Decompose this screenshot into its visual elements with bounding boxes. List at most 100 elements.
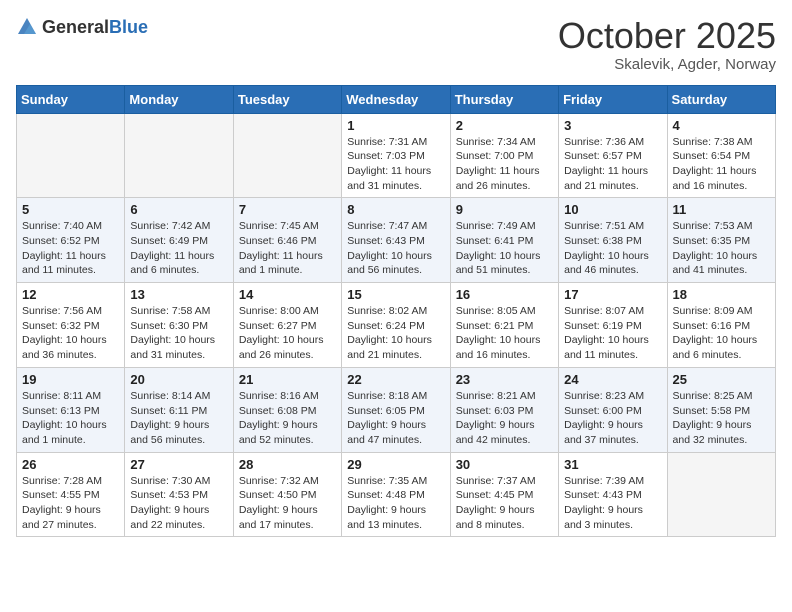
day-number: 7 [239,202,336,217]
calendar-cell: 9 Sunrise: 7:49 AM Sunset: 6:41 PM Daylig… [450,198,558,283]
day-info: Sunrise: 7:49 AM Sunset: 6:41 PM Dayligh… [456,219,553,278]
calendar-week-row: 26 Sunrise: 7:28 AM Sunset: 4:55 PM Dayli… [17,452,776,537]
calendar-week-row: 12 Sunrise: 7:56 AM Sunset: 6:32 PM Dayli… [17,283,776,368]
day-number: 30 [456,457,553,472]
calendar-cell: 5 Sunrise: 7:40 AM Sunset: 6:52 PM Daylig… [17,198,125,283]
weekday-header-friday: Friday [559,85,667,113]
location-text: Skalevik, Agder, Norway [558,56,776,73]
weekday-header-tuesday: Tuesday [233,85,341,113]
day-number: 19 [22,372,119,387]
calendar-cell: 6 Sunrise: 7:42 AM Sunset: 6:49 PM Daylig… [125,198,233,283]
calendar-table: SundayMondayTuesdayWednesdayThursdayFrid… [16,85,776,538]
calendar-cell: 19 Sunrise: 8:11 AM Sunset: 6:13 PM Dayli… [17,367,125,452]
day-info: Sunrise: 7:36 AM Sunset: 6:57 PM Dayligh… [564,135,661,194]
day-number: 28 [239,457,336,472]
day-info: Sunrise: 7:37 AM Sunset: 4:45 PM Dayligh… [456,474,553,533]
calendar-cell: 12 Sunrise: 7:56 AM Sunset: 6:32 PM Dayli… [17,283,125,368]
day-number: 29 [347,457,444,472]
day-number: 23 [456,372,553,387]
day-info: Sunrise: 8:11 AM Sunset: 6:13 PM Dayligh… [22,389,119,448]
day-number: 22 [347,372,444,387]
calendar-cell: 25 Sunrise: 8:25 AM Sunset: 5:58 PM Dayli… [667,367,775,452]
calendar-cell: 28 Sunrise: 7:32 AM Sunset: 4:50 PM Dayli… [233,452,341,537]
day-info: Sunrise: 7:30 AM Sunset: 4:53 PM Dayligh… [130,474,227,533]
calendar-cell: 10 Sunrise: 7:51 AM Sunset: 6:38 PM Dayli… [559,198,667,283]
day-info: Sunrise: 7:42 AM Sunset: 6:49 PM Dayligh… [130,219,227,278]
calendar-cell [667,452,775,537]
calendar-cell: 29 Sunrise: 7:35 AM Sunset: 4:48 PM Dayli… [342,452,450,537]
day-info: Sunrise: 8:18 AM Sunset: 6:05 PM Dayligh… [347,389,444,448]
day-info: Sunrise: 7:28 AM Sunset: 4:55 PM Dayligh… [22,474,119,533]
calendar-cell: 2 Sunrise: 7:34 AM Sunset: 7:00 PM Daylig… [450,113,558,198]
day-number: 15 [347,287,444,302]
day-info: Sunrise: 7:45 AM Sunset: 6:46 PM Dayligh… [239,219,336,278]
day-info: Sunrise: 7:56 AM Sunset: 6:32 PM Dayligh… [22,304,119,363]
calendar-cell: 20Sunrise: 8:14 AM Sunset: 6:11 PM Dayli… [125,367,233,452]
calendar-cell: 24 Sunrise: 8:23 AM Sunset: 6:00 PM Dayli… [559,367,667,452]
weekday-header-sunday: Sunday [17,85,125,113]
day-info: Sunrise: 8:14 AM Sunset: 6:11 PM Dayligh… [130,389,227,448]
day-info: Sunrise: 7:40 AM Sunset: 6:52 PM Dayligh… [22,219,119,278]
weekday-header-wednesday: Wednesday [342,85,450,113]
calendar-cell: 13Sunrise: 7:58 AM Sunset: 6:30 PM Dayli… [125,283,233,368]
calendar-cell: 8 Sunrise: 7:47 AM Sunset: 6:43 PM Daylig… [342,198,450,283]
day-number: 5 [22,202,119,217]
day-number: 12 [22,287,119,302]
day-number: 25 [673,372,770,387]
day-info: Sunrise: 8:25 AM Sunset: 5:58 PM Dayligh… [673,389,770,448]
day-info: Sunrise: 7:51 AM Sunset: 6:38 PM Dayligh… [564,219,661,278]
day-number: 11 [673,202,770,217]
calendar-cell: 3 Sunrise: 7:36 AM Sunset: 6:57 PM Daylig… [559,113,667,198]
logo: GeneralBlue [16,16,148,38]
day-number: 26 [22,457,119,472]
calendar-cell: 7 Sunrise: 7:45 AM Sunset: 6:46 PM Daylig… [233,198,341,283]
title-block: October 2025 Skalevik, Agder, Norway [558,16,776,73]
day-number: 21 [239,372,336,387]
calendar-cell: 17Sunrise: 8:07 AM Sunset: 6:19 PM Dayli… [559,283,667,368]
calendar-cell: 11 Sunrise: 7:53 AM Sunset: 6:35 PM Dayli… [667,198,775,283]
day-number: 1 [347,118,444,133]
day-info: Sunrise: 8:21 AM Sunset: 6:03 PM Dayligh… [456,389,553,448]
calendar-cell: 1 Sunrise: 7:31 AM Sunset: 7:03 PM Daylig… [342,113,450,198]
day-number: 3 [564,118,661,133]
day-number: 31 [564,457,661,472]
calendar-cell [17,113,125,198]
calendar-cell: 16Sunrise: 8:05 AM Sunset: 6:21 PM Dayli… [450,283,558,368]
weekday-header-thursday: Thursday [450,85,558,113]
day-number: 9 [456,202,553,217]
day-info: Sunrise: 7:34 AM Sunset: 7:00 PM Dayligh… [456,135,553,194]
day-info: Sunrise: 8:16 AM Sunset: 6:08 PM Dayligh… [239,389,336,448]
day-number: 4 [673,118,770,133]
calendar-cell: 14Sunrise: 8:00 AM Sunset: 6:27 PM Dayli… [233,283,341,368]
day-info: Sunrise: 8:07 AM Sunset: 6:19 PM Dayligh… [564,304,661,363]
calendar-cell: 23 Sunrise: 8:21 AM Sunset: 6:03 PM Dayli… [450,367,558,452]
calendar-cell [233,113,341,198]
calendar-cell: 30 Sunrise: 7:37 AM Sunset: 4:45 PM Dayli… [450,452,558,537]
weekday-header-saturday: Saturday [667,85,775,113]
day-info: Sunrise: 7:47 AM Sunset: 6:43 PM Dayligh… [347,219,444,278]
day-info: Sunrise: 7:53 AM Sunset: 6:35 PM Dayligh… [673,219,770,278]
calendar-week-row: 19 Sunrise: 8:11 AM Sunset: 6:13 PM Dayli… [17,367,776,452]
calendar-cell: 26 Sunrise: 7:28 AM Sunset: 4:55 PM Dayli… [17,452,125,537]
day-info: Sunrise: 8:09 AM Sunset: 6:16 PM Dayligh… [673,304,770,363]
day-number: 13 [130,287,227,302]
day-info: Sunrise: 7:32 AM Sunset: 4:50 PM Dayligh… [239,474,336,533]
day-info: Sunrise: 7:39 AM Sunset: 4:43 PM Dayligh… [564,474,661,533]
day-number: 8 [347,202,444,217]
day-info: Sunrise: 8:23 AM Sunset: 6:00 PM Dayligh… [564,389,661,448]
page-header: GeneralBlue October 2025 Skalevik, Agder… [16,16,776,73]
day-number: 10 [564,202,661,217]
logo-blue-text: Blue [109,18,148,36]
day-number: 6 [130,202,227,217]
day-info: Sunrise: 7:38 AM Sunset: 6:54 PM Dayligh… [673,135,770,194]
day-info: Sunrise: 8:02 AM Sunset: 6:24 PM Dayligh… [347,304,444,363]
day-info: Sunrise: 7:35 AM Sunset: 4:48 PM Dayligh… [347,474,444,533]
calendar-cell: 22 Sunrise: 8:18 AM Sunset: 6:05 PM Dayli… [342,367,450,452]
day-number: 2 [456,118,553,133]
day-info: Sunrise: 8:05 AM Sunset: 6:21 PM Dayligh… [456,304,553,363]
logo-general-text: General [42,18,109,36]
day-info: Sunrise: 7:31 AM Sunset: 7:03 PM Dayligh… [347,135,444,194]
day-number: 24 [564,372,661,387]
calendar-cell: 15 Sunrise: 8:02 AM Sunset: 6:24 PM Dayli… [342,283,450,368]
day-number: 14 [239,287,336,302]
